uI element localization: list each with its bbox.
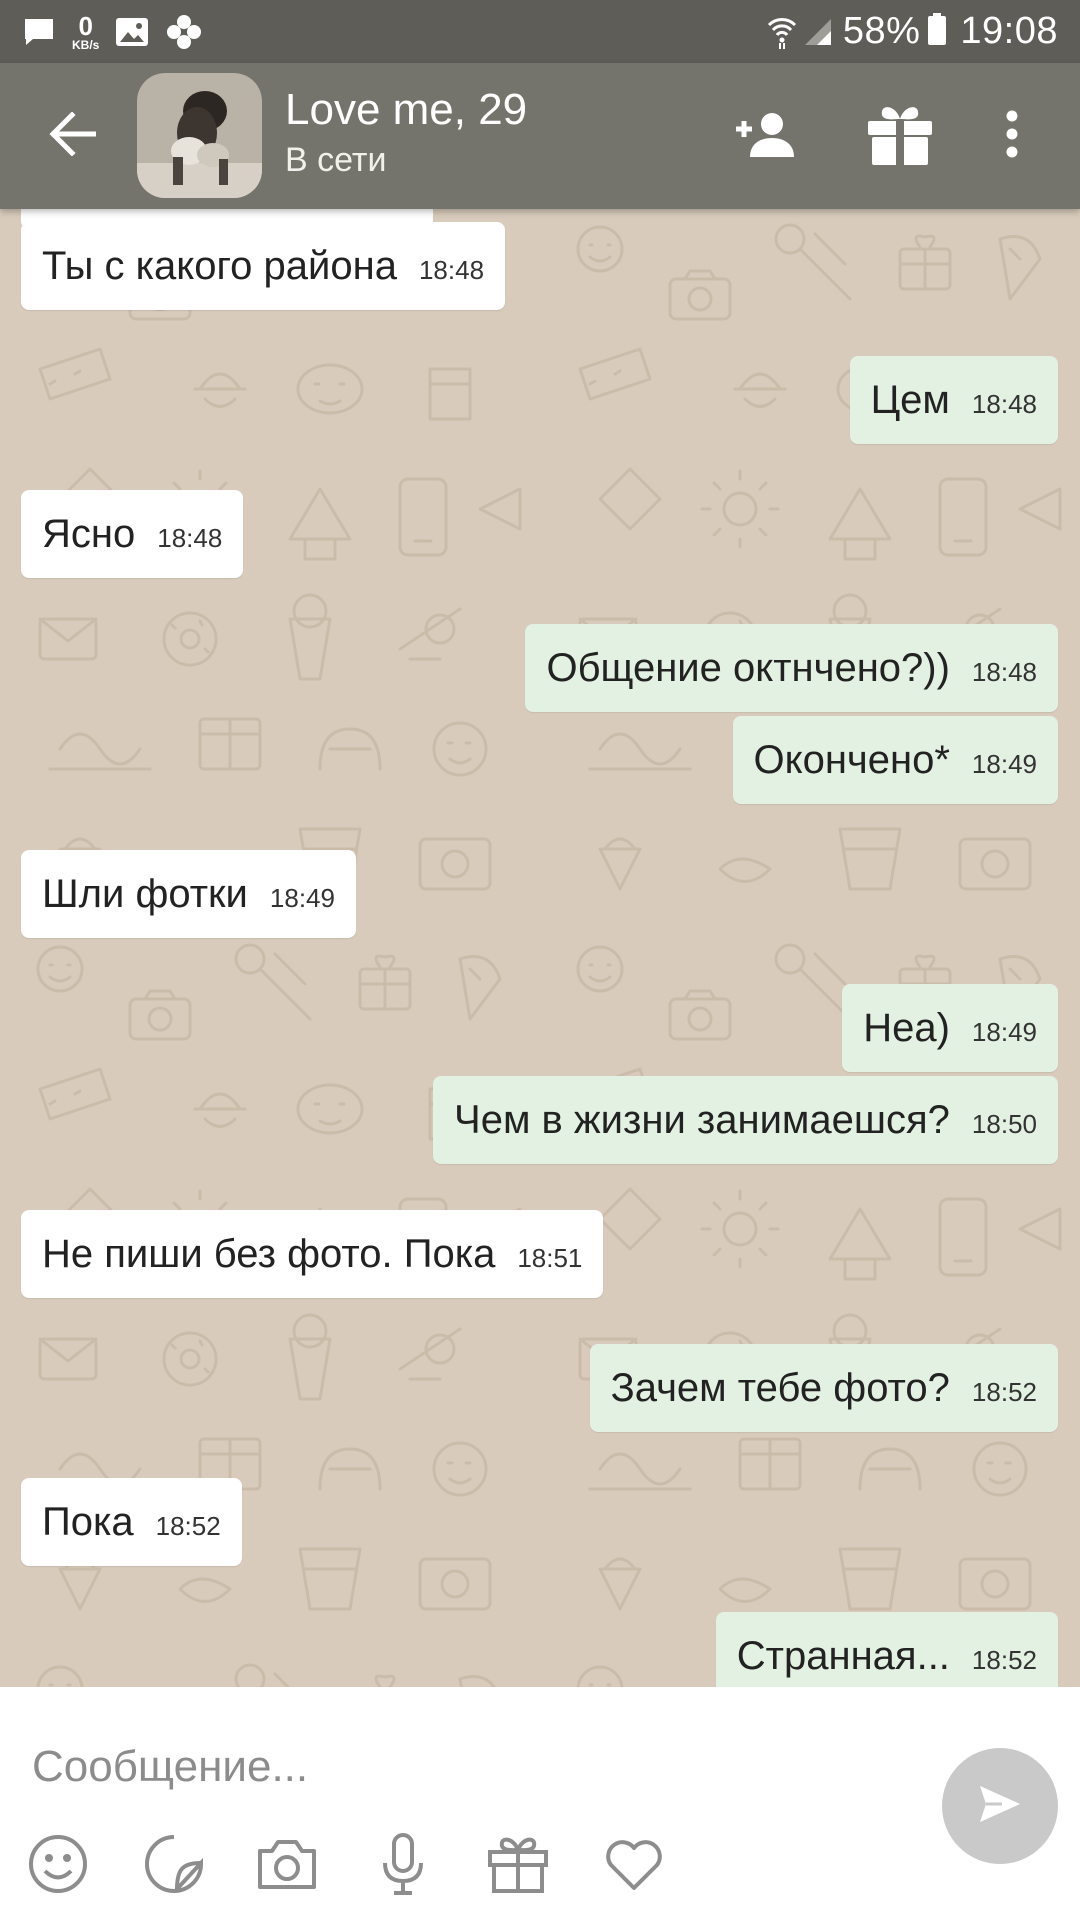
chat-header: Love me, 29 В сети [0,63,1080,209]
battery-percent: 58% [842,10,921,52]
message-time: 18:49 [971,748,1037,779]
network-speed: 0 KB/s [72,13,99,51]
back-arrow-icon [48,110,97,161]
message-time: 18:49 [971,1016,1037,1047]
camera-button[interactable] [252,1831,322,1901]
incoming-message[interactable]: Ясно 18:48 [21,490,244,578]
gift-tool-button[interactable] [483,1831,553,1901]
message-icon [22,15,56,49]
contact-status: В сети [285,141,387,179]
composer [0,1687,1080,1920]
message-time: 18:50 [971,1108,1037,1139]
like-button[interactable] [599,1831,669,1901]
battery-icon [928,13,947,50]
status-bar: 0 KB/s 58% 19:08 [0,0,1080,63]
emoji-button[interactable] [23,1831,93,1901]
message-text: Чем в жизни занимаешся? [454,1097,950,1142]
back-button[interactable] [40,104,104,168]
send-icon [978,1784,1022,1829]
avatar[interactable] [137,73,262,198]
gift-button[interactable] [860,96,940,176]
message-text: Неа) [863,1005,950,1050]
incoming-message[interactable]: Не пиши без фото. Пока 18:51 [21,1210,604,1298]
message-text: Общение октнчено?)) [546,645,950,690]
more-options-button[interactable] [982,96,1042,176]
emoji-icon [27,1833,89,1900]
signal-icon [803,17,833,47]
incoming-message[interactable]: Пока 18:52 [21,1478,242,1566]
incoming-message[interactable]: Шли фотки 18:49 [21,850,356,938]
outgoing-message[interactable]: Общение октнчено?)) 18:48 [525,624,1058,712]
network-speed-value: 0 [78,11,93,41]
gift-icon [486,1834,550,1899]
contact-name[interactable]: Love me, 29 [285,85,527,135]
sticker-icon [143,1833,205,1900]
outgoing-message[interactable]: Странная... 18:52 [715,1612,1058,1687]
message-list[interactable]: Ты с какого района 18:48 Цем 18:48 Ясно 18:48… [0,209,1080,1687]
chat-screen: 0 KB/s 58% 19:08 Love me, 29 В сети Ты с… [0,0,1080,1920]
message-time: 18:48 [971,388,1037,419]
outgoing-message[interactable]: Неа) 18:49 [842,984,1058,1072]
add-friend-button[interactable] [723,96,803,176]
message-time: 18:51 [517,1242,583,1273]
message-text: Странная... [736,1633,950,1678]
message-text: Шли фотки [42,871,248,916]
camera-icon [256,1837,318,1896]
more-vertical-icon [1005,110,1019,163]
message-text: Зачем тебе фото? [610,1365,950,1410]
network-speed-unit: KB/s [72,38,100,52]
message-time: 18:48 [971,656,1037,687]
send-button[interactable] [942,1748,1058,1864]
heart-icon [603,1836,665,1897]
microphone-icon [380,1832,426,1900]
outgoing-message[interactable]: Зачем тебе фото? 18:52 [589,1344,1058,1432]
message-text: Цем [870,377,950,422]
message-time: 18:52 [155,1510,221,1541]
outgoing-message[interactable]: Окончено* 18:49 [732,716,1058,804]
app-icon [165,13,203,51]
outgoing-message[interactable]: Чем в жизни занимаешся? 18:50 [433,1076,1058,1164]
status-time: 19:08 [960,10,1058,52]
message-text: Ты с какого района [42,243,397,288]
message-time: 18:48 [418,254,485,285]
message-text: Не пиши без фото. Пока [42,1231,496,1276]
wifi-icon [767,15,797,49]
message-time: 18:52 [971,1644,1037,1675]
message-input[interactable] [32,1727,912,1807]
message-time: 18:49 [269,882,335,913]
message-text: Ясно [42,511,136,556]
message-time: 18:52 [971,1376,1037,1407]
incoming-message[interactable]: Ты с какого района 18:48 [21,222,506,310]
microphone-button[interactable] [368,1831,438,1901]
gift-icon [866,103,934,170]
image-icon [115,17,149,47]
message-text: Пока [42,1499,134,1544]
message-text: Окончено* [753,737,950,782]
outgoing-message[interactable]: Цем 18:48 [849,356,1058,444]
message-time: 18:48 [157,522,223,553]
add-friend-icon [732,111,794,162]
sticker-button[interactable] [139,1831,209,1901]
